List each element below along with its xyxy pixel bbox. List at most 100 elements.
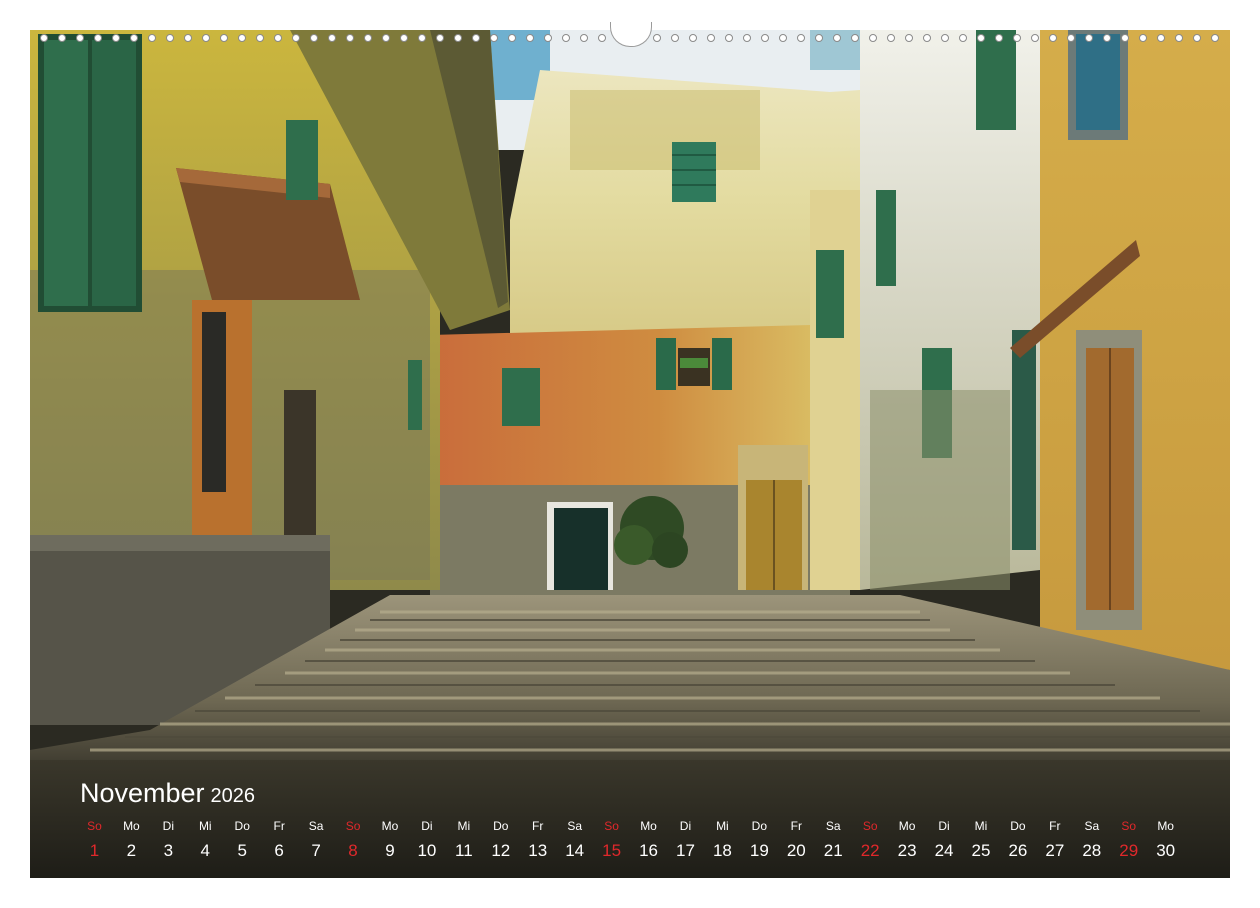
calendar-day: Mi 18 (704, 818, 741, 861)
weekday-label: Mo (1157, 819, 1174, 833)
calendar-day: Mi 11 (445, 818, 482, 861)
binding-hole (112, 34, 121, 42)
day-number: 1 (89, 841, 100, 860)
binding-hole (328, 34, 337, 42)
binding-hole (94, 34, 103, 42)
weekday-label: Mi (198, 819, 212, 833)
month-name: November (80, 778, 205, 808)
binding-hole (598, 34, 607, 42)
binding-hole (76, 34, 85, 42)
day-number: 3 (163, 841, 174, 860)
calendar-day: Do 19 (741, 818, 778, 861)
binding-hole (1156, 34, 1165, 42)
calendar-day: Sa 28 (1073, 818, 1110, 861)
binding-hole (562, 34, 571, 42)
binding-hole (1066, 34, 1075, 42)
binding-hole (346, 34, 355, 42)
day-number: 6 (274, 841, 284, 860)
day-number: 28 (1082, 841, 1102, 860)
weekday-label: Di (938, 819, 950, 833)
day-number: 13 (528, 841, 548, 860)
calendar-photo (30, 30, 1230, 878)
calendar-day: Fr 6 (261, 818, 298, 861)
binding-hole (184, 34, 193, 42)
weekday-label: Di (421, 819, 433, 833)
binding-hole (958, 34, 967, 42)
binding-hole (1102, 34, 1111, 42)
binding-hole (526, 34, 535, 42)
weekday-label: So (345, 819, 361, 833)
calendar-day: Do 12 (482, 818, 519, 861)
binding-hole (508, 34, 517, 42)
weekday-label: Fr (1049, 819, 1061, 833)
binding-hole (1174, 34, 1183, 42)
weekday-label: So (862, 819, 878, 833)
calendar-day: Mi 25 (963, 818, 1000, 861)
binding-hole (202, 34, 211, 42)
binding-hole (580, 34, 589, 42)
day-number: 19 (749, 841, 769, 860)
binding-hole (292, 34, 301, 42)
day-number: 29 (1119, 841, 1139, 860)
binding-hole (400, 34, 409, 42)
weekday-label: Mi (974, 819, 988, 833)
day-number: 24 (934, 841, 954, 860)
binding-hole (40, 34, 48, 42)
weekday-label: So (1121, 819, 1137, 833)
binding-hole (544, 34, 553, 42)
calendar-day: Mo 23 (889, 818, 926, 861)
calendar-day-grid: So 1 Mo 2 Di 3 Mi 4 Do 5 Fr 6 Sa 7 So 8 Mo 9 Di 10 Mi 11 Do 12 F… (76, 818, 1184, 861)
binding-hole (886, 34, 895, 42)
weekday-label: Sa (308, 819, 324, 833)
weekday-label: Sa (825, 819, 841, 833)
day-number: 20 (786, 841, 806, 860)
day-number: 23 (897, 841, 917, 860)
year-label: 2026 (210, 785, 256, 807)
day-number: 26 (1008, 841, 1028, 860)
binding-hole (490, 34, 499, 42)
binding-hole (238, 34, 247, 42)
binding-hole (868, 34, 877, 42)
calendar-day: So 8 (335, 818, 372, 861)
weekday-label: Mo (123, 819, 140, 833)
weekday-label: Sa (1084, 819, 1100, 833)
binding-hole (994, 34, 1003, 42)
calendar-day: Do 5 (224, 818, 261, 861)
binding-hole (436, 34, 445, 42)
binding-hole (220, 34, 229, 42)
binding-hole (742, 34, 751, 42)
calendar-day: Mo 30 (1147, 818, 1184, 861)
binding-hole (832, 34, 841, 42)
calendar-day: Mo 9 (372, 818, 409, 861)
weekday-label: Fr (273, 819, 285, 833)
calendar-day: Mo 16 (630, 818, 667, 861)
weekday-label: Do (234, 819, 250, 833)
binding-hole (364, 34, 373, 42)
calendar-day: Di 3 (150, 818, 187, 861)
day-number: 22 (860, 841, 880, 860)
weekday-label: Mi (457, 819, 471, 833)
day-number: 4 (200, 841, 211, 860)
weekday-label: Do (1010, 819, 1026, 833)
binding-hole (1030, 34, 1039, 42)
binding-hole (1211, 34, 1220, 42)
calendar-day: Do 26 (999, 818, 1036, 861)
alley-scene (30, 30, 1230, 878)
calendar-day: Fr 13 (519, 818, 556, 861)
binding-hole (976, 34, 985, 42)
binding-hole (850, 34, 859, 42)
day-number: 2 (126, 841, 137, 860)
calendar-day: Mo 2 (113, 818, 150, 861)
calendar-day: So 29 (1110, 818, 1147, 861)
binding-hole (274, 34, 283, 42)
binding-hole (382, 34, 391, 42)
weekday-label: Fr (790, 819, 802, 833)
binding-hole (130, 34, 139, 42)
calendar-day: So 15 (593, 818, 630, 861)
calendar-day: So 1 (76, 818, 113, 861)
weekday-label: Do (751, 819, 768, 833)
day-number: 16 (639, 841, 658, 860)
day-number: 25 (971, 841, 991, 860)
day-number: 27 (1045, 841, 1065, 860)
weekday-label: Mo (640, 819, 657, 833)
